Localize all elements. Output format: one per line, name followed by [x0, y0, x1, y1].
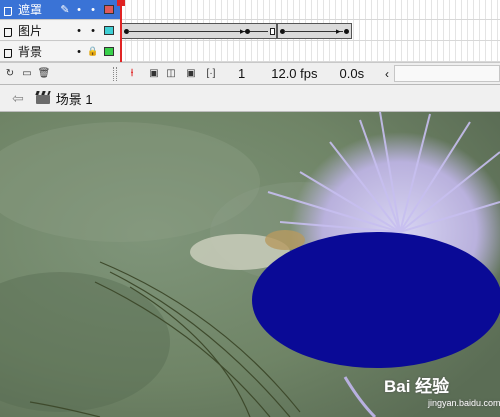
new-folder-icon[interactable]: ▭ — [20, 67, 34, 81]
watermark-brand: Bai 经验 — [384, 377, 450, 396]
onion-skin-icon[interactable]: ▣ — [147, 67, 161, 81]
layer-type-icon — [3, 5, 13, 16]
horizontal-scrollbar[interactable] — [394, 65, 500, 82]
outline-color-swatch[interactable] — [104, 5, 114, 14]
edit-multiple-frames-icon[interactable]: ▣ — [184, 67, 198, 81]
layer-row-mask[interactable]: 遮罩 ✎ • • — [0, 0, 120, 20]
frame-row-background[interactable] — [120, 42, 500, 62]
scroll-left-arrow[interactable]: ‹ — [380, 65, 394, 82]
layer-name: 背景 — [18, 45, 43, 59]
frame-grid[interactable]: ▸ ▸ — [120, 0, 500, 62]
timeline-toolbar: ↻ ▭ 🗑 ⍿ ▣ ◫ ▣ [·] 1 12.0 fps 0.0s ‹ — [0, 62, 500, 85]
keyframe[interactable] — [245, 29, 250, 34]
keyframe[interactable] — [344, 29, 349, 34]
center-frame-icon[interactable]: ⍿ — [125, 67, 139, 81]
onion-skin-outlines-icon[interactable]: ◫ — [164, 67, 178, 81]
frame-rate[interactable]: 12.0 fps — [271, 66, 317, 81]
frame-row-picture[interactable]: ▸ ▸ — [120, 21, 500, 41]
new-layer-icon[interactable]: ↻ — [3, 67, 17, 81]
back-arrow-icon[interactable]: ⇦ — [12, 90, 24, 107]
layer-row-picture[interactable]: 图片 • • — [0, 21, 120, 41]
pencil-icon: ✎ — [60, 4, 70, 16]
modify-onion-markers-icon[interactable]: [·] — [204, 67, 218, 81]
scene-clapper-icon — [35, 91, 51, 105]
playhead[interactable] — [120, 0, 122, 62]
toolbar-divider — [113, 66, 117, 81]
layer-type-icon — [3, 26, 13, 37]
edit-bar: ⇦ 场景 1 — [0, 85, 500, 112]
visibility-toggle[interactable]: • — [72, 46, 86, 57]
elapsed-time: 0.0s — [339, 66, 365, 81]
outline-color-swatch[interactable] — [104, 26, 114, 35]
layer-row-background[interactable]: 背景 • 🔒 — [0, 42, 120, 62]
trash-icon[interactable]: 🗑 — [37, 67, 51, 81]
outline-color-swatch[interactable] — [104, 47, 114, 56]
end-frame[interactable] — [270, 28, 275, 35]
layer-name: 遮罩 — [18, 3, 43, 17]
motion-tween-2[interactable]: ▸ — [277, 23, 352, 39]
lock-toggle[interactable]: • — [86, 25, 100, 36]
timeline-panel: 遮罩 ✎ • • 图片 • • 背景 • 🔒 ▸ ▸ ↻ ▭ 🗑 ⍿ ▣ ◫ ▣… — [0, 0, 500, 85]
watermark-url: jingyan.baidu.com — [428, 398, 500, 408]
scene-name[interactable]: 场景 1 — [56, 89, 93, 108]
current-frame: 1 — [238, 66, 246, 81]
motion-tween-1[interactable]: ▸ — [121, 23, 277, 39]
layer-name: 图片 — [18, 24, 43, 38]
frame-row-mask[interactable] — [120, 0, 500, 20]
lock-icon[interactable]: 🔒 — [86, 46, 100, 57]
mask-ellipse[interactable] — [252, 232, 500, 368]
layer-type-icon — [3, 47, 13, 58]
watermark-logo: Bai 经验 jingyan.baidu.com — [384, 372, 500, 417]
lock-toggle[interactable]: • — [86, 4, 100, 15]
visibility-toggle[interactable]: • — [72, 4, 86, 15]
visibility-toggle[interactable]: • — [72, 25, 86, 36]
